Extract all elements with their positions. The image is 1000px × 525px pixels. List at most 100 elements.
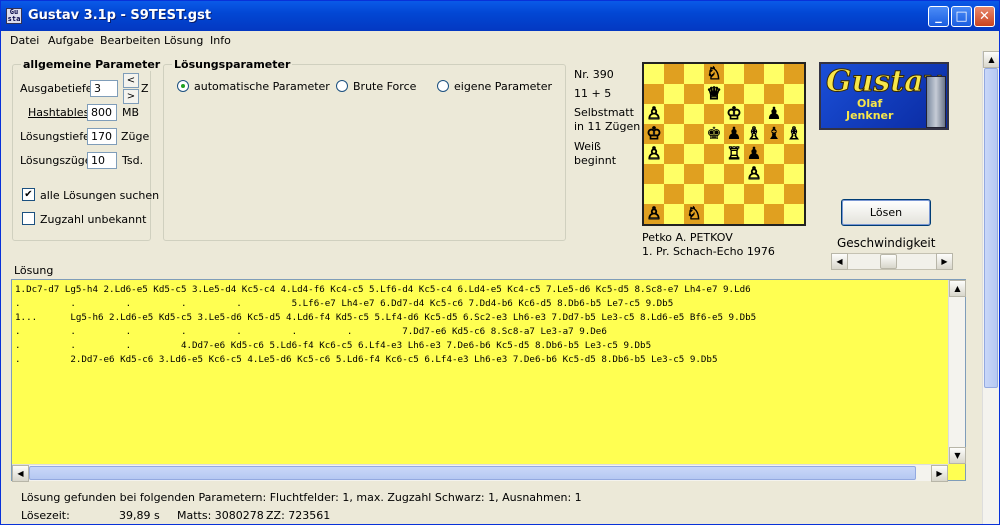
speed-slider[interactable]: ◀ ▶: [831, 253, 953, 270]
title-bar[interactable]: Gu sta Gustav 3.1p - S9TEST.gst _ □ ✕: [1, 1, 999, 31]
square-h7[interactable]: [784, 84, 804, 104]
piece-d5[interactable]: ♚: [704, 124, 724, 144]
square-g4[interactable]: [764, 144, 784, 164]
ausgabetiefe-input[interactable]: 3: [90, 80, 118, 97]
zugzahl-unbekannt-label[interactable]: Zugzahl unbekannt: [40, 213, 146, 226]
square-e8[interactable]: [724, 64, 744, 84]
horizontal-scroll-thumb[interactable]: [29, 466, 916, 480]
slider-left-arrow-icon[interactable]: ◀: [831, 253, 848, 270]
square-c2[interactable]: [684, 184, 704, 204]
square-c3[interactable]: [684, 164, 704, 184]
square-b7[interactable]: [664, 84, 684, 104]
ausgabetiefe-increase-button[interactable]: >: [123, 89, 139, 104]
square-f2[interactable]: [744, 184, 764, 204]
square-h1[interactable]: [784, 204, 804, 224]
scroll-right-arrow-icon[interactable]: ▶: [931, 465, 948, 482]
square-a2[interactable]: [644, 184, 664, 204]
brute-force-label[interactable]: Brute Force: [353, 80, 416, 93]
square-g7[interactable]: [764, 84, 784, 104]
solution-output[interactable]: 1.Dc7-d7 Lg5-h4 2.Ld6-e5 Kd5-c5 3.Le5-d4…: [11, 279, 966, 481]
solution-vertical-scrollbar[interactable]: ▲ ▼: [948, 280, 966, 464]
square-b2[interactable]: [664, 184, 684, 204]
square-c5[interactable]: [684, 124, 704, 144]
piece-g6[interactable]: ♟: [764, 104, 784, 124]
square-g3[interactable]: [764, 164, 784, 184]
piece-a5[interactable]: ♔: [644, 124, 664, 145]
piece-g5[interactable]: ♝: [764, 124, 784, 144]
loesungstiefe-input[interactable]: 170: [87, 128, 117, 145]
square-e7[interactable]: [724, 84, 744, 104]
square-h2[interactable]: [784, 184, 804, 204]
window-scroll-thumb[interactable]: [984, 68, 998, 388]
piece-e6[interactable]: ♔: [724, 104, 744, 125]
slider-thumb[interactable]: [880, 254, 897, 269]
square-b6[interactable]: [664, 104, 684, 124]
piece-e4[interactable]: ♖: [724, 144, 744, 165]
scroll-left-arrow-icon[interactable]: ◀: [12, 465, 29, 482]
alle-loesungen-label[interactable]: alle Lösungen suchen: [40, 189, 159, 202]
menu-bearbeiten[interactable]: Bearbeiten: [100, 34, 160, 47]
square-d1[interactable]: [704, 204, 724, 224]
piece-f4[interactable]: ♟: [744, 144, 764, 164]
square-b4[interactable]: [664, 144, 684, 164]
eigene-parameter-label[interactable]: eigene Parameter: [454, 80, 552, 93]
square-h4[interactable]: [784, 144, 804, 164]
piece-a4[interactable]: ♙: [644, 144, 664, 165]
solution-horizontal-scrollbar[interactable]: ◀ ▶: [12, 464, 948, 482]
scroll-up-arrow-icon[interactable]: ▲: [949, 280, 966, 297]
square-e1[interactable]: [724, 204, 744, 224]
square-h8[interactable]: [784, 64, 804, 84]
square-d2[interactable]: [704, 184, 724, 204]
square-b8[interactable]: [664, 64, 684, 84]
square-b1[interactable]: [664, 204, 684, 224]
app-icon[interactable]: Gu sta: [6, 8, 22, 24]
square-a3[interactable]: [644, 164, 664, 184]
menu-aufgabe[interactable]: Aufgabe: [48, 34, 94, 47]
square-b5[interactable]: [664, 124, 684, 144]
square-d3[interactable]: [704, 164, 724, 184]
radio-automatische-parameter[interactable]: [177, 80, 189, 92]
square-a7[interactable]: [644, 84, 664, 104]
square-g1[interactable]: [764, 204, 784, 224]
piece-f5[interactable]: ♗: [744, 124, 764, 145]
piece-a1[interactable]: ♙: [644, 204, 664, 225]
piece-e5[interactable]: ♟: [724, 124, 744, 144]
square-d6[interactable]: [704, 104, 724, 124]
solve-button[interactable]: Lösen: [841, 199, 931, 226]
piece-h5[interactable]: ♗: [784, 124, 804, 145]
minimize-button[interactable]: _: [928, 6, 949, 27]
automatische-parameter-label[interactable]: automatische Parameter: [194, 80, 330, 93]
radio-brute-force[interactable]: [336, 80, 348, 92]
piece-c1[interactable]: ♘: [684, 204, 704, 225]
square-c8[interactable]: [684, 64, 704, 84]
square-g2[interactable]: [764, 184, 784, 204]
scroll-down-arrow-icon[interactable]: ▼: [949, 447, 966, 464]
square-c4[interactable]: [684, 144, 704, 164]
window-scroll-up-icon[interactable]: ▲: [983, 51, 999, 68]
square-e2[interactable]: [724, 184, 744, 204]
piece-f3[interactable]: ♙: [744, 164, 764, 185]
square-a8[interactable]: [644, 64, 664, 84]
maximize-button[interactable]: □: [951, 6, 972, 27]
square-c6[interactable]: [684, 104, 704, 124]
square-f6[interactable]: [744, 104, 764, 124]
ausgabetiefe-decrease-button[interactable]: <: [123, 73, 139, 88]
menu-datei[interactable]: Datei: [10, 34, 39, 47]
zugzahl-unbekannt-checkbox[interactable]: [22, 212, 35, 225]
radio-eigene-parameter[interactable]: [437, 80, 449, 92]
menu-loesung[interactable]: Lösung: [164, 34, 203, 47]
square-h3[interactable]: [784, 164, 804, 184]
loesungszuege-input[interactable]: 10: [87, 152, 117, 169]
square-b3[interactable]: [664, 164, 684, 184]
close-button[interactable]: ✕: [974, 6, 995, 27]
piece-d8[interactable]: ♘: [704, 64, 724, 85]
menu-info[interactable]: Info: [210, 34, 231, 47]
square-f8[interactable]: [744, 64, 764, 84]
square-f7[interactable]: [744, 84, 764, 104]
slider-right-arrow-icon[interactable]: ▶: [936, 253, 953, 270]
square-h6[interactable]: [784, 104, 804, 124]
piece-d7[interactable]: ♕: [704, 84, 724, 105]
square-e3[interactable]: [724, 164, 744, 184]
square-g8[interactable]: [764, 64, 784, 84]
hashtables-input[interactable]: 800: [87, 104, 117, 121]
